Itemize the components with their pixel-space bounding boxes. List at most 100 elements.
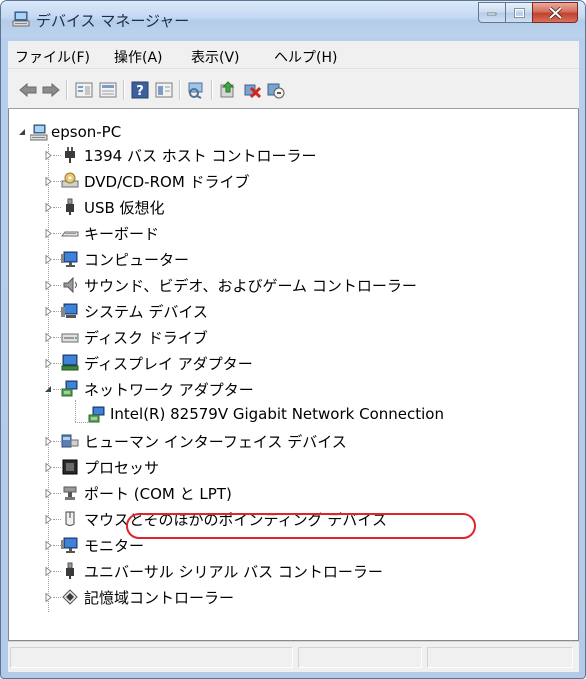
collapsed-triangle-icon	[45, 307, 52, 316]
show-icon[interactable]	[98, 81, 118, 99]
tree-category-label[interactable]: ポート (COM と LPT)	[84, 483, 232, 504]
menu-help[interactable]: ヘルプ(H)	[274, 47, 337, 67]
system-icon	[61, 303, 78, 318]
tree-line	[53, 519, 61, 521]
expand-expander[interactable]	[44, 359, 53, 368]
tree-line	[53, 155, 61, 157]
tree-line	[53, 207, 61, 209]
collapsed-triangle-icon	[45, 463, 52, 472]
back-icon[interactable]	[18, 81, 38, 99]
computer-icon	[30, 124, 48, 141]
expand-expander[interactable]	[44, 307, 53, 316]
collapsed-triangle-icon	[45, 567, 52, 576]
usb-icon	[66, 198, 74, 215]
menu-view[interactable]: 表示(V)	[191, 47, 240, 67]
tree-device-label[interactable]: Intel(R) 82579V Gigabit Network Connecti…	[110, 405, 444, 423]
tree-line	[53, 441, 61, 443]
collapsed-triangle-icon	[45, 229, 52, 238]
tree-line	[53, 389, 61, 391]
monitor-icon	[61, 251, 78, 267]
mouse-icon	[65, 511, 75, 526]
tree-category-label[interactable]: 1394 バス ホスト コントローラー	[84, 145, 316, 166]
tree-category-label[interactable]: コンピューター	[84, 249, 189, 270]
expand-expander[interactable]	[44, 229, 53, 238]
expand-expander[interactable]	[44, 567, 53, 576]
maximize-button[interactable]	[505, 2, 532, 23]
storage-icon	[62, 589, 78, 605]
tree-category-label[interactable]: プロセッサ	[84, 457, 159, 478]
plug-icon	[65, 147, 75, 163]
expand-expander[interactable]	[44, 437, 53, 446]
processor-icon	[62, 459, 78, 475]
view-icon[interactable]	[154, 81, 174, 99]
expand-expander[interactable]	[44, 333, 53, 342]
svg-text:?: ?	[136, 84, 144, 99]
display-adapter-icon	[61, 354, 79, 371]
close-icon	[548, 6, 562, 19]
tree-line	[53, 285, 61, 287]
collapsed-triangle-icon	[45, 593, 52, 602]
tree-category-label[interactable]: ヒューマン インターフェイス デバイス	[84, 431, 347, 452]
collapsed-triangle-icon	[45, 203, 52, 212]
expand-expander[interactable]	[44, 463, 53, 472]
tree-line	[53, 467, 61, 469]
update-driver-icon[interactable]	[218, 81, 238, 99]
properties-icon[interactable]	[74, 81, 94, 99]
uninstall-icon[interactable]	[242, 81, 262, 99]
help-icon[interactable]: ?	[130, 81, 150, 99]
toolbar-separator	[179, 80, 181, 100]
speaker-icon	[63, 276, 77, 294]
toolbar-separator	[66, 80, 68, 100]
tree-category-label[interactable]: USB 仮想化	[84, 197, 165, 218]
expand-expander[interactable]	[44, 203, 53, 212]
expand-expander[interactable]	[44, 281, 53, 290]
menu-action[interactable]: 操作(A)	[114, 47, 163, 67]
network-card-icon	[88, 406, 105, 423]
tree-category-label[interactable]: ディスプレイ アダプター	[84, 353, 253, 374]
tree-line	[53, 259, 61, 261]
tree-line	[53, 597, 61, 599]
tree-root-label[interactable]: epson-PC	[51, 123, 121, 141]
tree-category-label[interactable]: ユニバーサル シリアル バス コントローラー	[84, 561, 383, 582]
collapsed-triangle-icon	[45, 515, 52, 524]
device-tree[interactable]: epson-PC 1394 バス ホスト コントローラー DVD/CD-ROM ド…	[8, 109, 579, 641]
expand-expander[interactable]	[44, 177, 53, 186]
tree-category-label[interactable]: 記憶域コントローラー	[84, 587, 234, 608]
expand-expander[interactable]	[44, 489, 53, 498]
scan-icon[interactable]	[186, 81, 206, 99]
minimize-button[interactable]	[478, 2, 505, 23]
caption-buttons	[478, 2, 578, 24]
tree-line	[53, 545, 61, 547]
disable-icon[interactable]	[265, 81, 285, 99]
expand-expander[interactable]	[44, 541, 53, 550]
tree-line	[53, 493, 61, 495]
collapsed-triangle-icon	[45, 359, 52, 368]
collapse-expander[interactable]	[18, 128, 27, 137]
close-button[interactable]	[532, 2, 578, 23]
tree-line	[53, 337, 61, 339]
hid-icon	[61, 434, 79, 448]
tree-category-label[interactable]: システム デバイス	[84, 301, 208, 322]
tree-category-label[interactable]: サウンド、ビデオ、およびゲーム コントローラー	[84, 275, 417, 296]
device-manager-window: デバイス マネージャー ファイル(F) 操作(A) 表示(V) ヘルプ(H) ?	[0, 0, 586, 679]
toolbar-separator	[123, 80, 125, 100]
title-bar[interactable]: デバイス マネージャー	[1, 1, 585, 37]
expand-expander[interactable]	[44, 151, 53, 160]
expand-expander[interactable]	[44, 515, 53, 524]
menu-file[interactable]: ファイル(F)	[15, 47, 90, 67]
tree-category-label[interactable]: キーボード	[84, 223, 159, 244]
network-icon	[61, 380, 78, 397]
maximize-icon	[513, 7, 525, 18]
collapsed-triangle-icon	[45, 177, 52, 186]
collapsed-triangle-icon	[45, 151, 52, 160]
tree-category-label[interactable]: ネットワーク アダプター	[84, 379, 254, 400]
collapse-expander[interactable]	[44, 385, 53, 394]
window-title: デバイス マネージャー	[36, 12, 190, 30]
tree-category-label[interactable]: ディスク ドライブ	[84, 327, 208, 348]
collapsed-triangle-icon	[45, 255, 52, 264]
forward-icon[interactable]	[41, 81, 61, 99]
expand-expander[interactable]	[44, 593, 53, 602]
expand-expander[interactable]	[44, 255, 53, 264]
collapsed-triangle-icon	[45, 489, 52, 498]
tree-category-label[interactable]: DVD/CD-ROM ドライブ	[84, 171, 250, 192]
